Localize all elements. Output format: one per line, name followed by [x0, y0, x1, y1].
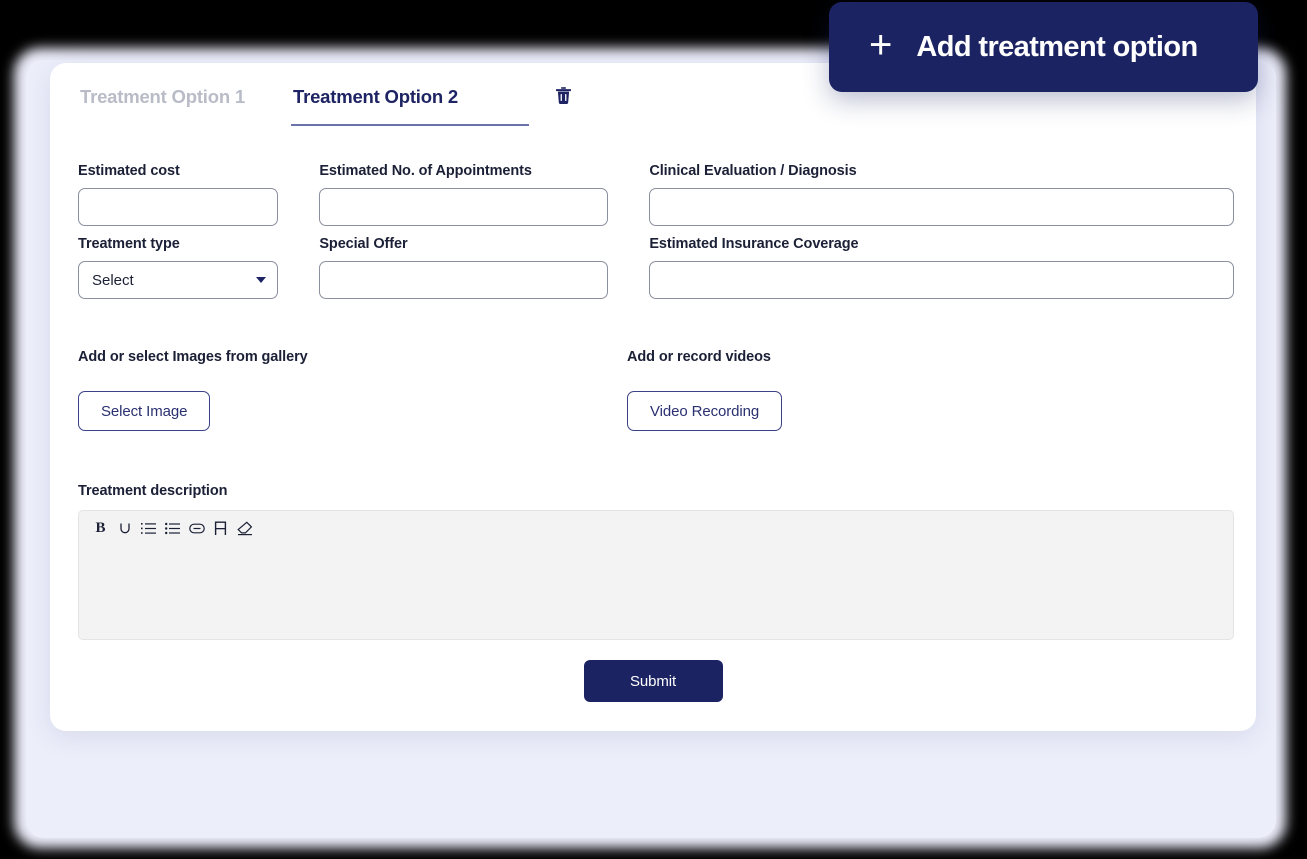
delete-treatment-option-button[interactable]	[555, 86, 572, 105]
estimated-appointments-input[interactable]	[319, 188, 609, 226]
treatment-description-input[interactable]	[79, 538, 1233, 636]
field-estimated-appointments: Estimated No. of Appointments	[319, 163, 609, 226]
link-icon[interactable]	[187, 519, 206, 538]
clinical-evaluation-label: Clinical Evaluation / Diagnosis	[649, 163, 857, 179]
editor-toolbar: B	[79, 511, 1233, 538]
treatment-type-select[interactable]: Select	[78, 261, 279, 299]
plus-icon: +	[869, 23, 893, 67]
special-offer-label: Special Offer	[319, 236, 408, 252]
media-section: Add or select Images from gallery Select…	[78, 349, 1234, 431]
add-treatment-option-button[interactable]: + Add treatment option	[829, 2, 1258, 92]
clear-format-icon[interactable]	[235, 519, 254, 538]
bullet-list-icon[interactable]	[163, 519, 182, 538]
rich-text-editor: B	[78, 510, 1234, 640]
description-section: Treatment description B	[78, 483, 1234, 640]
treatment-type-selected-value: Select	[92, 271, 134, 289]
form-row-2: Treatment type Select Special Offer Esti…	[78, 236, 1235, 299]
estimated-cost-label: Estimated cost	[78, 163, 180, 179]
treatment-type-select-wrap: Select	[78, 261, 279, 299]
field-insurance-coverage: Estimated Insurance Coverage	[649, 236, 1235, 299]
tab-bar: Treatment Option 1 Treatment Option 2	[78, 78, 572, 126]
screen-root: Treatment Option 1 Treatment Option 2 Es…	[0, 0, 1307, 859]
submit-button[interactable]: Submit	[583, 660, 723, 702]
video-recording-button[interactable]: Video Recording	[627, 391, 783, 431]
field-clinical-evaluation: Clinical Evaluation / Diagnosis	[649, 163, 1235, 226]
video-label: Add or record videos	[627, 349, 771, 365]
add-treatment-option-label: Add treatment option	[916, 30, 1198, 63]
bold-icon[interactable]: B	[91, 519, 110, 538]
gallery-group: Add or select Images from gallery Select…	[78, 349, 627, 431]
video-group: Add or record videos Video Recording	[627, 349, 1234, 431]
select-image-button[interactable]: Select Image	[78, 391, 211, 431]
gallery-label: Add or select Images from gallery	[78, 349, 308, 365]
insurance-coverage-input[interactable]	[649, 261, 1235, 299]
trash-icon	[555, 87, 572, 109]
estimated-cost-input[interactable]	[78, 188, 279, 226]
field-treatment-type: Treatment type Select	[78, 236, 279, 299]
special-offer-input[interactable]	[319, 261, 609, 299]
tab-treatment-option-1[interactable]: Treatment Option 1	[78, 78, 247, 124]
underline-icon[interactable]	[115, 519, 134, 538]
treatment-form: Estimated cost Estimated No. of Appointm…	[78, 163, 1235, 309]
estimated-appointments-label: Estimated No. of Appointments	[319, 163, 532, 179]
treatment-option-card: Treatment Option 1 Treatment Option 2 Es…	[50, 63, 1256, 731]
field-special-offer: Special Offer	[319, 236, 609, 299]
tab-treatment-option-2[interactable]: Treatment Option 2	[290, 78, 529, 126]
field-estimated-cost: Estimated cost	[78, 163, 279, 226]
form-row-1: Estimated cost Estimated No. of Appointm…	[78, 163, 1235, 226]
clinical-evaluation-input[interactable]	[649, 188, 1235, 226]
numbered-list-icon[interactable]	[139, 519, 158, 538]
treatment-type-label: Treatment type	[78, 236, 180, 252]
treatment-description-label: Treatment description	[78, 483, 228, 499]
insurance-coverage-label: Estimated Insurance Coverage	[649, 236, 859, 252]
submit-row: Submit	[50, 660, 1256, 702]
font-icon[interactable]	[211, 519, 230, 538]
